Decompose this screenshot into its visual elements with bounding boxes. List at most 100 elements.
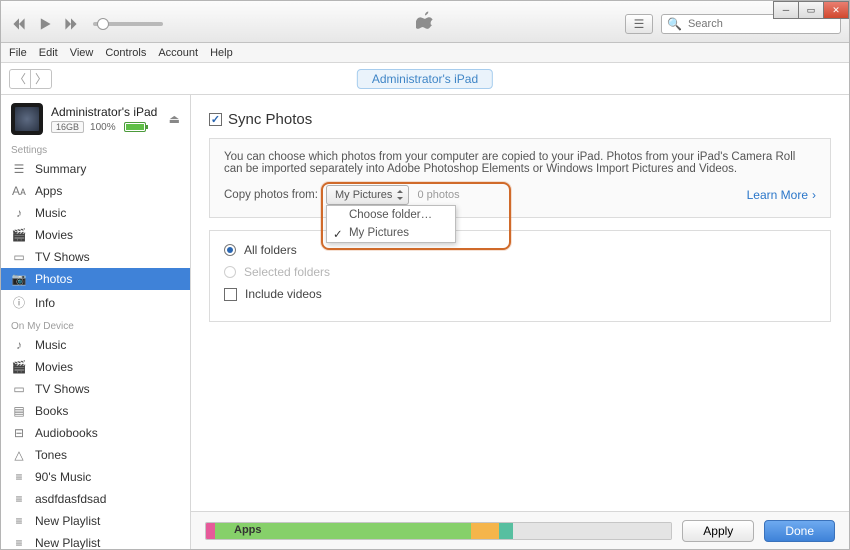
info-text: You can choose which photos from your co… [224, 151, 816, 175]
chevron-right-icon: › [812, 188, 816, 202]
copy-from-label: Copy photos from: [224, 189, 318, 201]
sidebar-item-label: Music [35, 338, 66, 352]
capacity-seg-other [471, 523, 499, 539]
device-thumbnail [11, 103, 43, 135]
summary-icon: ☰ [11, 162, 27, 176]
radio-selected-folders [224, 266, 236, 278]
playlist-icon: ≡ [11, 470, 27, 484]
books-icon: ▤ [11, 404, 27, 418]
capacity-label: Apps [234, 524, 262, 536]
app-window: ─ ▭ ✕ ☰ 🔍 File Edit View Controls Account Hel… [0, 0, 850, 550]
sidebar-item-label: New Playlist [35, 536, 100, 549]
sub-header: 〈 〉 Administrator's iPad [1, 63, 849, 95]
apple-logo-icon [416, 10, 434, 33]
tv-icon: ▭ [11, 382, 27, 396]
search-icon: 🔍 [667, 17, 682, 31]
sidebar-item-label: Movies [35, 360, 73, 374]
list-view-button[interactable]: ☰ [625, 14, 653, 34]
sidebar-item-label: Audiobooks [35, 426, 98, 440]
include-videos-checkbox[interactable] [224, 288, 237, 301]
sidebar-section-settings: Settings [1, 139, 190, 158]
done-button[interactable]: Done [764, 520, 835, 542]
sidebar-item-label: Movies [35, 228, 73, 242]
sidebar-item-summary[interactable]: ☰ Summary [1, 158, 190, 180]
volume-slider[interactable] [93, 22, 163, 26]
sidebar-item-label: Summary [35, 162, 86, 176]
battery-percent: 100% [90, 122, 116, 133]
capacity-seg-free [513, 523, 671, 539]
music-icon: ♪ [11, 338, 27, 352]
photos-icon: 📷 [11, 272, 27, 286]
sidebar-item-label: Apps [35, 184, 62, 198]
sidebar-item-label: New Playlist [35, 514, 100, 528]
apps-icon: Aᴀ [11, 184, 27, 198]
sidebar-item-info[interactable]: ⓘInfo [1, 290, 190, 315]
tv-icon: ▭ [11, 250, 27, 264]
sync-photos-checkbox[interactable] [209, 113, 222, 126]
learn-more-link[interactable]: Learn More› [747, 188, 816, 202]
opt-include-videos[interactable]: Include videos [224, 287, 816, 301]
sidebar-item-movies[interactable]: 🎬 Movies [1, 356, 190, 378]
folder-options-box: All folders Selected folders Include vid… [209, 230, 831, 322]
capacity-seg-audio [206, 523, 215, 539]
maximize-button[interactable]: ▭ [798, 1, 824, 19]
info-box: You can choose which photos from your co… [209, 138, 831, 218]
sidebar-item-tv-shows[interactable]: ▭ TV Shows [1, 378, 190, 400]
radio-all-folders[interactable] [224, 244, 236, 256]
device-name: Administrator's iPad [51, 105, 161, 119]
highlight-annotation [321, 182, 511, 250]
info-icon: ⓘ [11, 294, 27, 311]
next-track-button[interactable] [61, 14, 81, 34]
sidebar-item-audiobooks[interactable]: ⊟Audiobooks [1, 422, 190, 444]
sidebar-item-label: Books [35, 404, 68, 418]
opt-selected-folders: Selected folders [224, 265, 816, 279]
sidebar-item-apps[interactable]: Aᴀ Apps [1, 180, 190, 202]
menu-item-account[interactable]: Account [158, 47, 198, 59]
sync-photos-header: Sync Photos [191, 95, 849, 138]
play-button[interactable] [35, 14, 55, 34]
sidebar-item-movies[interactable]: 🎬 Movies [1, 224, 190, 246]
device-capacity-badge: 16GB [51, 121, 84, 133]
footer-bar: Apps Apply Done [191, 511, 849, 549]
sidebar-item-music[interactable]: ♪ Music [1, 334, 190, 356]
menu-item-help[interactable]: Help [210, 47, 233, 59]
minimize-button[interactable]: ─ [773, 1, 799, 19]
menu-item-edit[interactable]: Edit [39, 47, 58, 59]
player-toolbar: ☰ 🔍 [1, 1, 849, 43]
capacity-seg-other2 [499, 523, 513, 539]
nav-forward-button[interactable]: 〉 [30, 69, 52, 89]
content-pane: Sync Photos You can choose which photos … [191, 95, 849, 549]
sidebar-item-asdfdasfdsad[interactable]: ≡ asdfdasfdsad [1, 488, 190, 510]
playlist-icon: ≡ [11, 536, 27, 549]
sidebar-item-books[interactable]: ▤ Books [1, 400, 190, 422]
sidebar-item-tones[interactable]: △ Tones [1, 444, 190, 466]
sync-photos-label: Sync Photos [228, 111, 312, 128]
movies-icon: 🎬 [11, 360, 27, 374]
nav-back-button[interactable]: 〈 [9, 69, 31, 89]
prev-track-button[interactable] [9, 14, 29, 34]
eject-button[interactable]: ⏏ [169, 112, 180, 126]
movies-icon: 🎬 [11, 228, 27, 242]
apply-button[interactable]: Apply [682, 520, 754, 542]
sidebar-item-label: TV Shows [35, 250, 90, 264]
sidebar-item-new-playlist[interactable]: ≡New Playlist [1, 510, 190, 532]
tones-icon: △ [11, 448, 27, 462]
menu-item-file[interactable]: File [9, 47, 27, 59]
close-button[interactable]: ✕ [823, 1, 849, 19]
sidebar: Administrator's iPad 16GB 100% ⏏ Setting… [1, 95, 191, 549]
playlist-icon: ≡ [11, 492, 27, 506]
device-pill[interactable]: Administrator's iPad [357, 69, 493, 89]
sidebar-item-new-playlist[interactable]: ≡ New Playlist [1, 532, 190, 549]
sidebar-item-label: Tones [35, 448, 67, 462]
menu-item-controls[interactable]: Controls [105, 47, 146, 59]
sidebar-item-tv-shows[interactable]: ▭ TV Shows [1, 246, 190, 268]
sidebar-item-music[interactable]: ♪Music [1, 202, 190, 224]
sidebar-item-90-s-music[interactable]: ≡90's Music [1, 466, 190, 488]
sidebar-item-label: asdfdasfdsad [35, 492, 106, 506]
opt-all-folders[interactable]: All folders [224, 243, 816, 257]
menu-item-view[interactable]: View [70, 47, 94, 59]
sidebar-section-ondevice: On My Device [1, 315, 190, 334]
capacity-bar: Apps [205, 522, 672, 540]
sidebar-item-photos[interactable]: 📷Photos [1, 268, 190, 290]
sidebar-item-label: TV Shows [35, 382, 90, 396]
